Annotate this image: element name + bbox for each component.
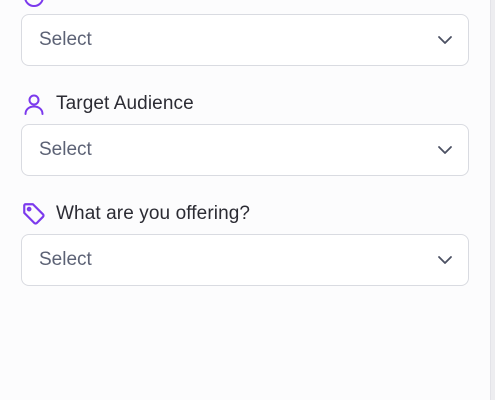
circle-icon <box>21 0 47 10</box>
field-label-text-3: What are you offering? <box>56 203 251 224</box>
chevron-down-icon <box>438 36 452 44</box>
scrollbar-track[interactable] <box>490 0 495 400</box>
field-group-1: Select <box>21 0 469 70</box>
chevron-down-icon <box>438 146 452 154</box>
field-group-3: What are you offering? Select <box>21 200 469 290</box>
field-label-2: Target Audience <box>21 90 194 118</box>
select-dropdown-1[interactable]: Select <box>21 14 469 66</box>
field-label-3: What are you offering? <box>21 200 250 228</box>
field-label-text-2: Target Audience <box>56 93 194 114</box>
select-value-3: Select <box>39 249 92 270</box>
field-label-1 <box>21 0 56 11</box>
chevron-down-icon <box>438 256 452 264</box>
tag-icon <box>21 201 47 227</box>
select-value-2: Select <box>39 139 92 160</box>
select-dropdown-2[interactable]: Select <box>21 124 469 176</box>
user-icon <box>21 91 47 117</box>
field-group-2: Target Audience Select <box>21 90 469 180</box>
select-dropdown-3[interactable]: Select <box>21 234 469 286</box>
select-value-1: Select <box>39 29 92 50</box>
form-panel: Select Target Audience Select What are y… <box>0 0 490 400</box>
